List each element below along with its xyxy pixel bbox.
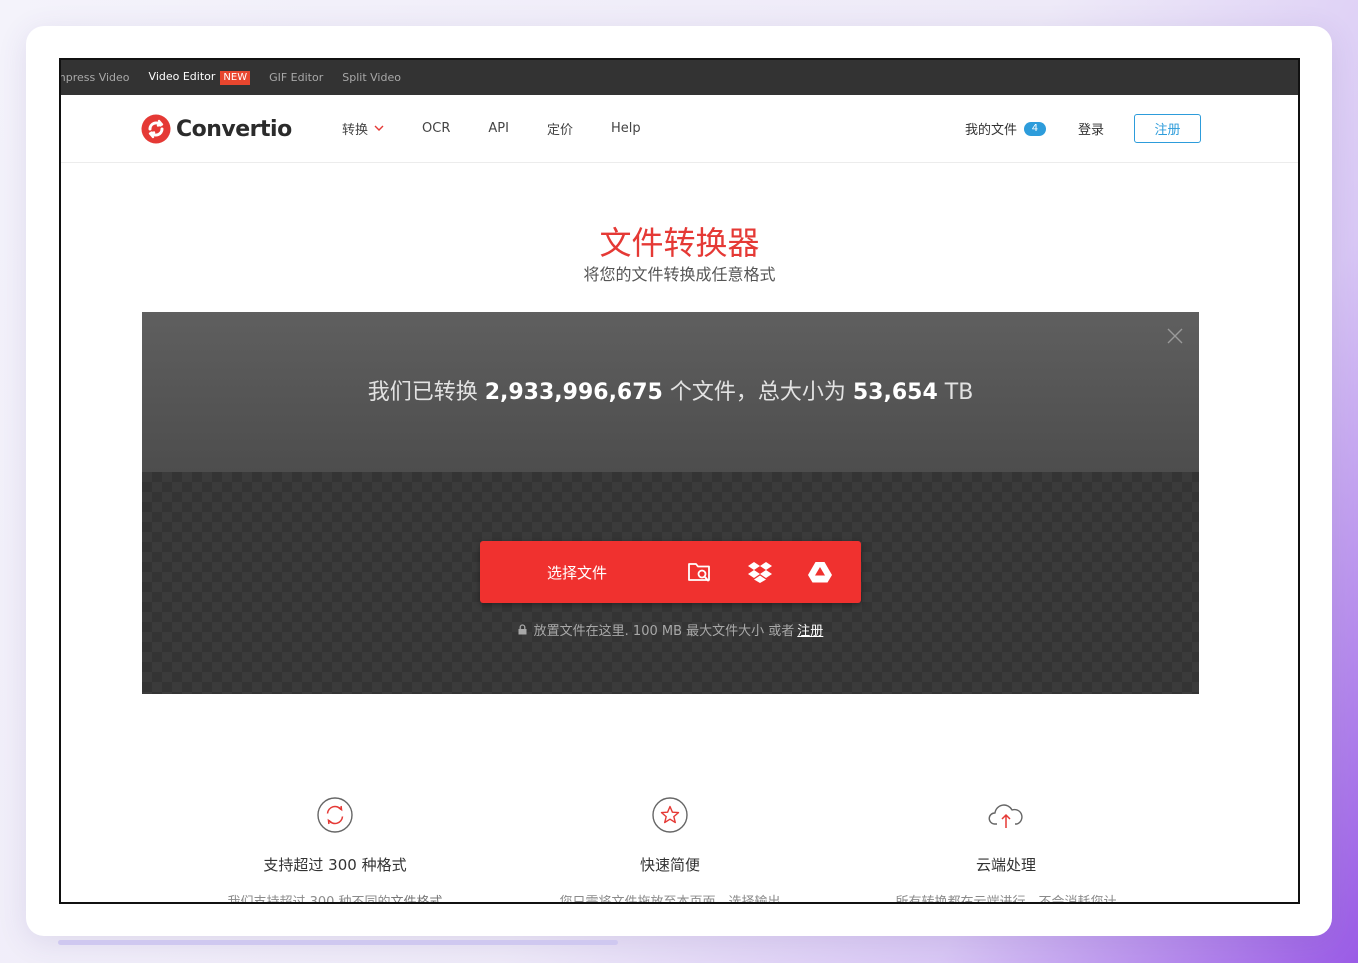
upload-note-text: 放置文件在这里. 100 MB 最大文件大小 或者 bbox=[533, 624, 795, 639]
stats-total-size: 53,654 bbox=[852, 380, 938, 405]
close-icon[interactable] bbox=[1167, 328, 1183, 344]
nav-convert-label: 转换 bbox=[342, 123, 369, 138]
stats-files-count: 2,933,996,675 bbox=[484, 380, 663, 405]
signup-button[interactable]: 注册 bbox=[1134, 114, 1201, 143]
star-icon bbox=[652, 797, 688, 833]
logo[interactable]: Convertio bbox=[141, 114, 292, 144]
topbar-link-compress-video[interactable]: mpress Video bbox=[61, 71, 130, 84]
stats-unit: TB bbox=[944, 380, 974, 405]
nav-convert[interactable]: 转换 bbox=[342, 119, 384, 138]
horizontal-scrollbar[interactable] bbox=[58, 940, 618, 945]
conversion-stats: 我们已转换 2,933,996,675 个文件，总大小为 53,654 TB bbox=[142, 374, 1199, 406]
dropbox-icon[interactable] bbox=[747, 559, 773, 585]
nav-api[interactable]: API bbox=[488, 121, 509, 136]
stats-middle: 个文件，总大小为 bbox=[669, 380, 846, 405]
nav-pricing[interactable]: 定价 bbox=[547, 119, 573, 138]
feature-desc-text: 我们支持超过 300 种不同的 bbox=[227, 895, 391, 904]
convertio-logo-icon bbox=[141, 114, 171, 144]
feature-desc: 所有转换都在云端进行，不会消耗您计 bbox=[895, 895, 1117, 904]
header-actions: 我的文件 4 登录 注册 bbox=[965, 95, 1201, 162]
upload-panel: 我们已转换 2,933,996,675 个文件，总大小为 53,654 TB 选… bbox=[142, 312, 1199, 694]
file-formats-link[interactable]: 文件格式 bbox=[391, 895, 443, 902]
my-files-label: 我的文件 bbox=[964, 123, 1017, 138]
my-files-link[interactable]: 我的文件 4 bbox=[965, 119, 1046, 138]
file-count-badge: 4 bbox=[1023, 121, 1046, 136]
stats-prefix: 我们已转换 bbox=[367, 380, 478, 405]
refresh-icon bbox=[317, 797, 353, 833]
logo-text: Convertio bbox=[176, 116, 292, 142]
feature-cloud: 云端处理 所有转换都在云端进行，不会消耗您计 bbox=[838, 796, 1174, 904]
lock-icon bbox=[518, 624, 527, 635]
cloud-upload-icon bbox=[988, 804, 1023, 828]
tool-links-bar: mpress Video Video Editor NEW GIF Editor … bbox=[61, 60, 1298, 95]
choose-files-button[interactable]: 选择文件 bbox=[480, 541, 861, 603]
site-header: Convertio 转换 OCR API 定价 Help 我的文件 4 登录 注册 bbox=[61, 95, 1298, 163]
upload-note: 放置文件在这里. 100 MB 最大文件大小 或者 注册 bbox=[142, 620, 1199, 639]
folder-search-icon[interactable] bbox=[687, 559, 713, 585]
page-title: 文件转换器 bbox=[599, 224, 760, 262]
feature-desc: 我们支持超过 300 种不同的文件格式 bbox=[167, 891, 503, 904]
nav-help[interactable]: Help bbox=[611, 121, 641, 136]
login-link[interactable]: 登录 bbox=[1078, 119, 1104, 138]
new-badge: NEW bbox=[220, 71, 251, 85]
topbar-link-video-editor[interactable]: Video Editor NEW bbox=[149, 70, 251, 85]
feature-fast: 快速简便 您只需将文件拖放至本页面，选择输出 bbox=[502, 796, 838, 904]
google-drive-icon[interactable] bbox=[807, 559, 833, 585]
nav-ocr[interactable]: OCR bbox=[422, 121, 450, 136]
feature-title: 云端处理 bbox=[975, 856, 1036, 874]
feature-desc: 您只需将文件拖放至本页面，选择输出 bbox=[559, 895, 781, 904]
main-nav: 转换 OCR API 定价 Help bbox=[342, 95, 679, 162]
topbar-link-gif-editor[interactable]: GIF Editor bbox=[269, 71, 323, 84]
feature-formats: 支持超过 300 种格式 我们支持超过 300 种不同的文件格式 bbox=[167, 796, 503, 904]
feature-title: 支持超过 300 种格式 bbox=[263, 856, 407, 874]
chevron-down-icon bbox=[374, 125, 384, 131]
page-subtitle: 将您的文件转换成任意格式 bbox=[583, 265, 776, 284]
upload-note-signup-link[interactable]: 注册 bbox=[797, 620, 823, 639]
feature-title: 快速简便 bbox=[639, 856, 700, 874]
topbar-link-label: Video Editor bbox=[148, 70, 216, 83]
choose-files-label: 选择文件 bbox=[547, 563, 608, 582]
topbar-link-split-video[interactable]: Split Video bbox=[342, 71, 401, 84]
page-viewport: mpress Video Video Editor NEW GIF Editor … bbox=[59, 58, 1300, 904]
